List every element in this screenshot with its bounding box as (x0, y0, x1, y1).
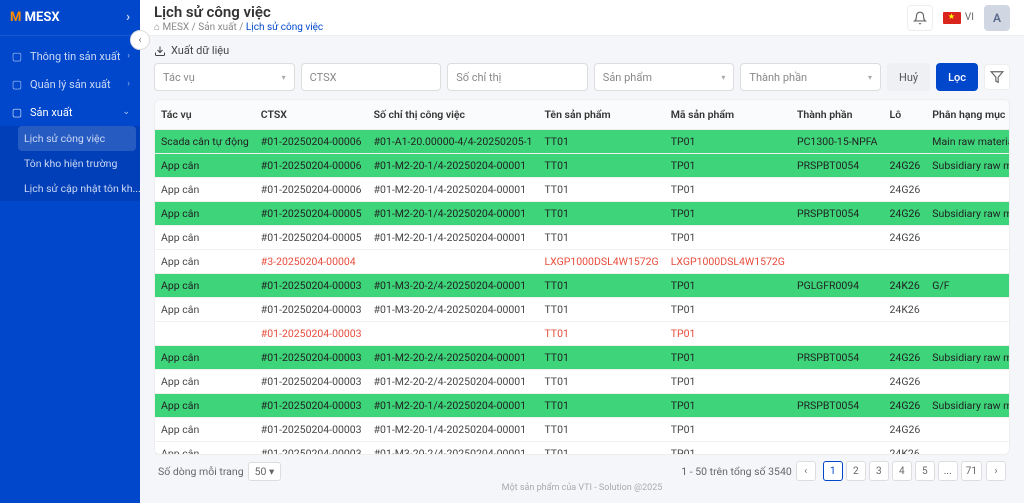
table-row[interactable]: App cân#01-20250204-00005#01-M2-20-1/4-2… (155, 226, 1010, 250)
filter-sanpham[interactable]: Sản phẩm▾ (594, 63, 735, 91)
bell-icon[interactable] (907, 5, 933, 31)
sidebar-item[interactable]: ▢Thông tin sản xuất› (0, 42, 140, 70)
page-number[interactable]: ... (938, 461, 958, 481)
table-row[interactable]: App cân#01-20250204-00003#01-M3-20-2/4-2… (155, 274, 1010, 298)
col-header[interactable]: CTSX (255, 100, 368, 130)
gear-icon: ▢ (10, 77, 24, 91)
filter-sochithi[interactable]: Số chỉ thị (447, 63, 588, 91)
col-header[interactable]: Số chỉ thị công việc (368, 100, 539, 130)
page-number[interactable]: 4 (892, 461, 912, 481)
filter-bar: Tác vụ▾ CTSX Số chỉ thị Sản phẩm▾ Thành … (154, 63, 1010, 91)
sidebar-item[interactable]: ▢Quản lý sản xuất› (0, 70, 140, 98)
sidebar-subitem[interactable]: Tôn kho hiện trường (14, 151, 140, 176)
language-selector[interactable]: VI (943, 12, 974, 24)
cancel-button[interactable]: Huỷ (887, 63, 930, 91)
header: Lịch sử công việc ⌂ MESX / Sản xuất / Lị… (140, 0, 1024, 36)
col-header[interactable]: Phân hạng mục (926, 100, 1010, 130)
page-title: Lịch sử công việc (154, 3, 323, 21)
table-row[interactable]: App cân#01-20250204-00006#01-M2-20-1/4-2… (155, 178, 1010, 202)
filter-button[interactable]: Lọc (936, 63, 978, 91)
avatar[interactable]: A (984, 5, 1010, 31)
pagination: Số dòng mỗi trang 50 ▾ 1 - 50 trên tổng … (154, 455, 1010, 481)
col-header[interactable]: Lô (884, 100, 927, 130)
page-number[interactable]: 2 (846, 461, 866, 481)
table-row[interactable]: App cân#01-20250204-00003#01-M2-20-1/4-2… (155, 394, 1010, 418)
page-number[interactable]: 5 (915, 461, 935, 481)
table-row[interactable]: App cân#01-20250204-00003#01-M3-20-2/4-2… (155, 298, 1010, 322)
export-button[interactable]: Xuất dữ liệu (154, 44, 1010, 57)
table-row[interactable]: App cân#01-20250204-00005#01-M2-20-1/4-2… (155, 202, 1010, 226)
credit: Một sản phẩm của VTI - Solution @2025 (154, 481, 1010, 495)
data-table: Tác vụCTSXSố chỉ thị công việcTên sản ph… (154, 99, 1010, 455)
table-row[interactable]: App cân#01-20250204-00003#01-M2-20-2/4-2… (155, 370, 1010, 394)
brand[interactable]: M MESX › (0, 0, 140, 36)
sidebar: M MESX › ▢Thông tin sản xuất›▢Quản lý sả… (0, 0, 140, 503)
table-row[interactable]: Scada cân tự động#01-20250204-00006#01-A… (155, 130, 1010, 154)
col-header[interactable]: Thành phần (791, 100, 884, 130)
chevron-right-icon: › (126, 10, 130, 25)
per-page-select[interactable]: 50 ▾ (248, 462, 282, 481)
table-row[interactable]: App cân#01-20250204-00003#01-M2-20-2/4-2… (155, 346, 1010, 370)
sidebar-subitem[interactable]: Lịch sử cập nhật tôn kh... (14, 176, 140, 201)
cube-icon: ▢ (10, 49, 24, 63)
page-number[interactable]: 71 (961, 461, 982, 481)
col-header[interactable]: Tác vụ (155, 100, 255, 130)
sidebar-item[interactable]: ▢Sản xuất⌄ (0, 98, 140, 126)
flag-icon (943, 12, 961, 24)
filter-thanhphan[interactable]: Thành phần▾ (740, 63, 881, 91)
page-number[interactable]: 3 (869, 461, 889, 481)
table-row[interactable]: #01-20250204-00003TT01TP01Color (155, 322, 1010, 346)
table-row[interactable]: App cân#3-20250204-00004LXGP1000DSL4W157… (155, 250, 1010, 274)
collapse-sidebar-button[interactable]: ‹ (130, 30, 150, 50)
page-prev[interactable]: ‹ (796, 461, 816, 481)
filter-settings-icon[interactable] (984, 64, 1010, 90)
filter-ctsx[interactable]: CTSX (301, 63, 442, 91)
page-number[interactable]: 1 (823, 461, 843, 481)
table-row[interactable]: App cân#01-20250204-00006#01-M2-20-1/4-2… (155, 154, 1010, 178)
filter-task[interactable]: Tác vụ▾ (154, 63, 295, 91)
page-next[interactable]: › (986, 461, 1006, 481)
table-row[interactable]: App cân#01-20250204-00003#01-M2-20-1/4-2… (155, 418, 1010, 442)
layers-icon: ▢ (10, 105, 24, 119)
sidebar-subitem[interactable]: Lịch sử công việc (18, 126, 136, 151)
col-header[interactable]: Tên sản phẩm (538, 100, 664, 130)
breadcrumb: ⌂ MESX / Sản xuất / Lịch sử công việc (154, 22, 323, 33)
col-header[interactable]: Mã sản phẩm (665, 100, 791, 130)
table-row[interactable]: App cân#01-20250204-00003#01-M3-20-2/4-2… (155, 442, 1010, 456)
